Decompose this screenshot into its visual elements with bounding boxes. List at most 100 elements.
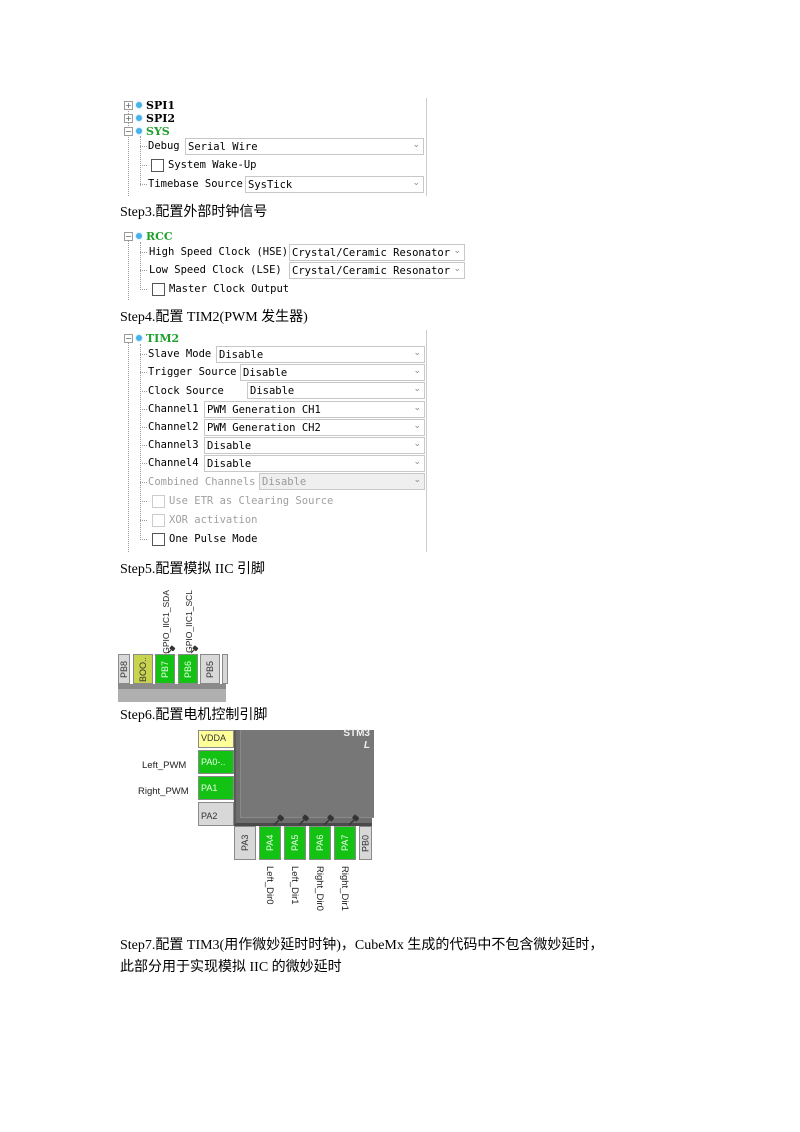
status-dot-icon <box>136 102 142 108</box>
tree-node-label: TIM2 <box>146 331 180 345</box>
hse-row: High Speed Clock (HSE) <box>149 243 288 261</box>
timebase-select[interactable]: SysTick ⌄ <box>245 176 424 193</box>
xor-activation-row: XOR activation <box>152 511 258 529</box>
signal-label-right-dir1: Right_Dir1 <box>339 866 350 911</box>
pin-label: PB0 <box>360 834 371 852</box>
signal-label-scl: GPIO_IIC1_SCL <box>184 590 194 653</box>
combined-channels-row: Combined Channels <box>148 473 255 491</box>
channel4-select[interactable]: Disable ⌄ <box>204 455 425 472</box>
pin-boot[interactable]: BOO.. <box>133 654 153 684</box>
system-wakeup-row: System Wake-Up <box>151 156 257 174</box>
channel1-label: Channel1 <box>148 403 199 415</box>
xor-activation-label: XOR activation <box>169 514 258 526</box>
tree-guide <box>140 242 141 290</box>
chevron-down-icon: ⌄ <box>413 403 421 413</box>
chip-inner <box>240 730 374 818</box>
system-wakeup-checkbox[interactable] <box>151 158 164 172</box>
chevron-down-icon: ⌄ <box>413 439 421 449</box>
pin-label: PA0-.. <box>201 757 226 767</box>
tree-branch <box>140 501 147 502</box>
pin-next <box>222 654 228 684</box>
channel2-row: Channel2 <box>148 418 199 436</box>
one-pulse-row: One Pulse Mode <box>152 530 258 548</box>
channel1-value: PWM Generation CH1 <box>207 403 321 416</box>
step4-title: Step4.配置 TIM2(PWM 发生器) <box>120 310 308 325</box>
hse-select[interactable]: Crystal/Ceramic Resonator ⌄ <box>289 244 465 261</box>
pin-pa1[interactable]: PA1 <box>198 776 234 800</box>
step3-title: Step3.配置外部时钟信号 <box>120 205 268 220</box>
status-dot-icon <box>136 233 142 239</box>
pin-label: PB5 <box>205 660 215 678</box>
one-pulse-checkbox[interactable] <box>152 532 165 546</box>
collapse-icon[interactable]: − <box>124 333 133 343</box>
pin-pb8[interactable]: PB8 <box>118 654 130 684</box>
pin-pa7[interactable]: PA7 <box>334 826 356 860</box>
signal-label-left-dir1: Left_Dir1 <box>289 866 300 905</box>
slave-mode-select[interactable]: Disable ⌄ <box>216 346 425 363</box>
chip-name: STM3 <box>343 728 370 739</box>
debug-row: Debug <box>148 137 180 155</box>
pin-pa6[interactable]: PA6 <box>309 826 331 860</box>
pin-pb5[interactable]: PB5 <box>200 654 220 684</box>
pushpin-icon <box>348 814 360 826</box>
clock-source-row: Clock Source <box>148 382 224 400</box>
slave-mode-label: Slave Mode <box>148 348 212 360</box>
status-dot-icon <box>136 115 142 121</box>
lse-select[interactable]: Crystal/Ceramic Resonator ⌄ <box>289 262 465 279</box>
signal-label-sda: GPIO_IIC1_SDA <box>161 590 171 654</box>
tree-branch <box>140 409 147 410</box>
trigger-source-row: Trigger Source <box>148 363 237 381</box>
tree-branch <box>140 354 147 355</box>
step6-title: Step6.配置电机控制引脚 <box>120 708 268 723</box>
pin-pa5[interactable]: PA5 <box>284 826 306 860</box>
mcu-chip: STM3 L <box>234 728 374 826</box>
mco-label: Master Clock Output <box>169 283 290 295</box>
tree-node-label: SYS <box>146 124 170 138</box>
channel3-row: Channel3 <box>148 436 199 454</box>
tree-branch <box>140 427 147 428</box>
debug-select[interactable]: Serial Wire ⌄ <box>185 138 424 155</box>
pin-pa0[interactable]: PA0-.. <box>198 750 234 774</box>
pin-pa3[interactable]: PA3 <box>234 826 256 860</box>
chevron-down-icon: ⌄ <box>453 264 461 274</box>
chevron-down-icon: ⌄ <box>413 421 421 431</box>
pin-pa2[interactable]: PA2 <box>198 802 234 826</box>
pin-label: PA1 <box>201 783 218 793</box>
tree-branch <box>140 539 147 540</box>
tree-guide <box>140 136 141 186</box>
pin-vdda[interactable]: VDDA <box>198 730 234 748</box>
pin-pb6[interactable]: PB6 <box>178 654 198 684</box>
signal-label-right-dir0: Right_Dir0 <box>314 866 325 911</box>
channel2-value: PWM Generation CH2 <box>207 421 321 434</box>
combined-channels-label: Combined Channels <box>148 476 256 488</box>
pin-label: PB6 <box>183 660 193 678</box>
mco-checkbox[interactable] <box>152 282 165 296</box>
tree-branch <box>140 445 147 446</box>
tree-node-label: RCC <box>146 229 173 243</box>
pin-label: VDDA <box>201 733 227 743</box>
timebase-label: Timebase Source <box>148 178 243 190</box>
channel2-select[interactable]: PWM Generation CH2 ⌄ <box>204 419 425 436</box>
trigger-source-select[interactable]: Disable ⌄ <box>240 364 425 381</box>
chip-subname: L <box>363 740 370 751</box>
clock-source-select[interactable]: Disable ⌄ <box>247 382 425 399</box>
collapse-icon[interactable]: − <box>124 126 133 136</box>
channel1-select[interactable]: PWM Generation CH1 ⌄ <box>204 401 425 418</box>
chevron-down-icon: ⌄ <box>412 140 420 150</box>
lse-value: Crystal/Ceramic Resonator <box>292 264 451 277</box>
slave-mode-row: Slave Mode <box>148 345 211 363</box>
tree-branch <box>140 482 147 483</box>
pin-pb0[interactable]: PB0 <box>359 826 372 860</box>
pin-label: PA7 <box>340 834 350 852</box>
tree-branch <box>140 391 147 392</box>
tree-branch <box>140 520 147 521</box>
pin-label: PA3 <box>240 834 250 852</box>
collapse-icon[interactable]: − <box>124 231 133 241</box>
channel4-value: Disable <box>207 457 252 470</box>
use-etr-label: Use ETR as Clearing Source <box>169 495 334 507</box>
step7-line1: Step7.配置 TIM3(用作微妙延时时钟)，CubeMx 生成的代码中不包含… <box>120 938 604 953</box>
pin-pb7[interactable]: PB7 <box>155 654 175 684</box>
channel3-select[interactable]: Disable ⌄ <box>204 437 425 454</box>
step7-line2: 此部分用于实现模拟 IIC 的微妙延时 <box>120 960 342 975</box>
pin-pa4[interactable]: PA4 <box>259 826 281 860</box>
